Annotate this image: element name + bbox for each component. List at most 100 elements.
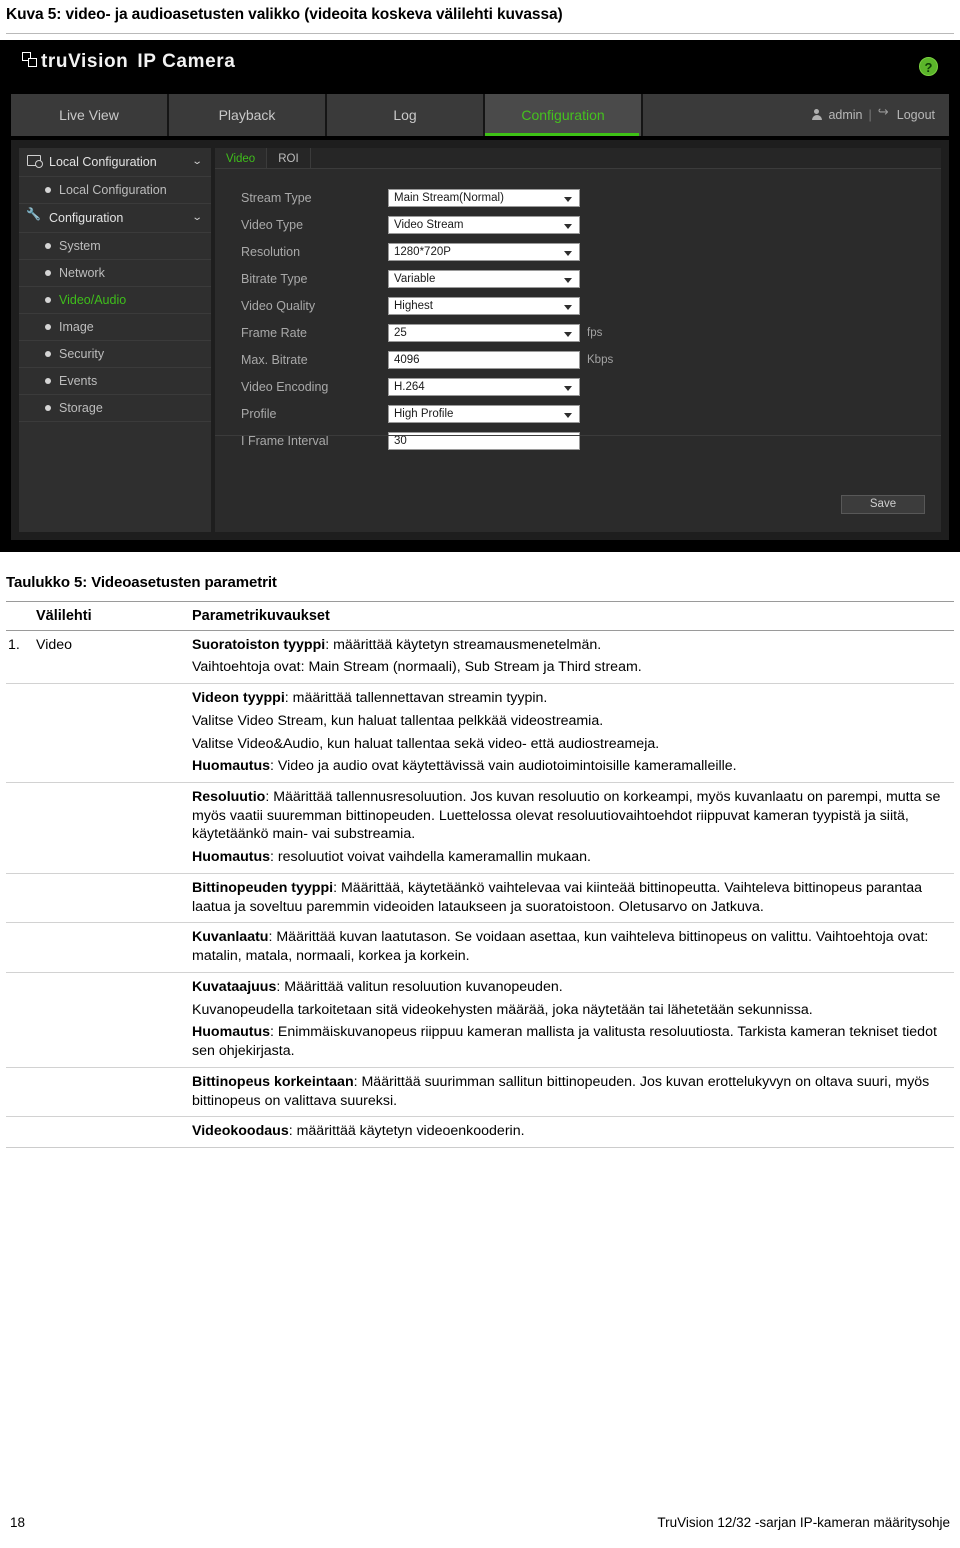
main-nav: Live View Playback Log Configuration adm…: [11, 93, 949, 136]
table-body: 1. Video Suoratoiston tyyppi: määrittää …: [6, 630, 954, 1149]
sidebar-item-events[interactable]: Events: [19, 368, 211, 395]
table-row: Resoluutio: Määrittää tallennusresoluuti…: [6, 782, 954, 874]
bitrate-type-select[interactable]: Variable: [388, 270, 580, 289]
sidebar-item-video-audio[interactable]: Video/Audio: [19, 287, 211, 314]
field-row-video-type: Video Type Video Stream: [241, 212, 941, 239]
field-value: 30: [394, 435, 407, 448]
sidebar-item-label: Local Configuration: [59, 182, 167, 197]
bullet-icon: [45, 350, 51, 357]
table-row: Kuvanlaatu: Määrittää kuvan laatutason. …: [6, 922, 954, 973]
table-row: Videon tyyppi: määrittää tallennettavan …: [6, 683, 954, 783]
row-description: Kuvanlaatu: Määrittää kuvan laatutason. …: [192, 922, 954, 973]
monitor-gear-icon: [27, 155, 43, 169]
stream-type-select[interactable]: Main Stream(Normal): [388, 189, 580, 208]
field-label: Video Encoding: [241, 380, 329, 395]
sidebar-item-image[interactable]: Image: [19, 314, 211, 341]
desc-text: Vaihtoehtoja ovat: Main Stream (normaali…: [192, 659, 642, 676]
field-label: Video Quality: [241, 299, 316, 314]
desc-text: : Video ja audio ovat käytettävissä vain…: [270, 758, 737, 775]
desc-bold: Resoluutio: [192, 789, 266, 805]
page-footer: 18 TruVision 12/32 -sarjan IP-kameran mä…: [0, 1515, 960, 1530]
content-tab-roi[interactable]: ROI: [267, 147, 311, 168]
sidebar-item-label: Network: [59, 265, 105, 280]
chevron-down-icon[interactable]: ⌄: [191, 156, 202, 167]
tab-playback[interactable]: Playback: [169, 93, 327, 136]
field-label: Stream Type: [241, 191, 312, 206]
desc-text: Kuvanopeudella tarkoitetaan sitä videoke…: [192, 1001, 813, 1018]
profile-select[interactable]: High Profile: [388, 405, 580, 424]
document-title: TruVision 12/32 -sarjan IP-kameran määri…: [657, 1515, 950, 1530]
row-description: Resoluutio: Määrittää tallennusresoluuti…: [192, 782, 954, 874]
desc-paragraph: Videokoodaus: määrittää käytetyn videoen…: [192, 1122, 954, 1141]
sidebar-item-label: Security: [59, 346, 105, 361]
save-button[interactable]: Save: [841, 494, 925, 514]
field-row-i-frame-interval: I Frame Interval 30: [241, 428, 941, 455]
row-number: [6, 972, 36, 1068]
field-value: Main Stream(Normal): [394, 192, 504, 205]
help-icon[interactable]: ?: [919, 56, 938, 76]
video-type-select[interactable]: Video Stream: [388, 216, 580, 235]
field-value: H.264: [394, 381, 425, 394]
tab-live-view[interactable]: Live View: [11, 93, 169, 136]
sidebar-item-label: System: [59, 238, 101, 253]
desc-bold: Videokoodaus: [192, 1123, 289, 1140]
nav-user-area: admin | Logout: [643, 93, 949, 136]
row-number: [6, 683, 36, 783]
brand-product: IP Camera: [137, 50, 236, 72]
row-description: Bittinopeuden tyyppi: Määrittää, käytetä…: [192, 873, 954, 924]
max-bitrate-unit: Kbps: [587, 354, 614, 367]
desc-bold: Kuvanlaatu: [192, 929, 269, 946]
video-quality-select[interactable]: Highest: [388, 297, 580, 316]
bullet-icon: [45, 404, 51, 411]
sidebar-item-storage[interactable]: Storage: [19, 395, 211, 422]
tab-log[interactable]: Log: [327, 93, 485, 136]
bullet-icon: [45, 377, 51, 384]
video-encoding-select[interactable]: H.264: [388, 378, 580, 397]
desc-paragraph: Resoluutio: Määrittää tallennusresoluuti…: [192, 788, 954, 844]
content-tabstrip: Video ROI: [215, 147, 941, 169]
sidebar-group-configuration[interactable]: Configuration ⌄: [19, 204, 211, 233]
chevron-down-icon[interactable]: ⌄: [191, 212, 202, 223]
field-row-video-encoding: Video Encoding H.264: [241, 374, 941, 401]
table-header-tab: Välilehti: [36, 600, 192, 631]
sidebar-group-local-configuration[interactable]: Local Configuration ⌄: [19, 148, 211, 177]
content-tab-video[interactable]: Video: [215, 147, 268, 168]
row-description: Suoratoiston tyyppi: määrittää käytetyn …: [192, 630, 954, 685]
frame-rate-select[interactable]: 25: [388, 324, 580, 343]
desc-bold: Huomautus: [192, 758, 271, 775]
table-row: Bittinopeuden tyyppi: Määrittää, käytetä…: [6, 873, 954, 924]
tab-configuration[interactable]: Configuration: [485, 93, 643, 136]
parameters-table: Välilehti Parametrikuvaukset 1. Video Su…: [6, 600, 954, 1149]
row-number: [6, 782, 36, 874]
row-tab-name: [36, 972, 192, 1068]
field-row-profile: Profile High Profile: [241, 401, 941, 428]
content-pane: Video ROI Stream Type Main Stream(Normal…: [215, 147, 941, 532]
bullet-icon: [45, 269, 51, 276]
field-row-resolution: Resolution 1280*720P: [241, 239, 941, 266]
sidebar-item-security[interactable]: Security: [19, 341, 211, 368]
desc-bold: Huomautus: [192, 849, 271, 866]
ui-body: Local Configuration ⌄ Local Configuratio…: [11, 139, 949, 540]
user-icon: [811, 109, 822, 121]
sidebar-item-system[interactable]: System: [19, 233, 211, 260]
desc-bold: Kuvataajuus: [192, 978, 277, 995]
desc-bold: Huomautus: [192, 1024, 271, 1041]
field-row-frame-rate: Frame Rate 25 fps: [241, 320, 941, 347]
field-value: Video Stream: [394, 219, 464, 232]
resolution-select[interactable]: 1280*720P: [388, 243, 580, 262]
sidebar-item-local-configuration[interactable]: Local Configuration: [19, 177, 211, 204]
field-value: 4096: [394, 354, 420, 367]
table-header-desc: Parametrikuvaukset: [192, 600, 954, 631]
bullet-icon: [45, 186, 51, 193]
logout-button[interactable]: Logout: [897, 108, 935, 122]
desc-text: Valitse Video Stream, kun haluat tallent…: [192, 712, 604, 729]
desc-paragraph: Kuvanlaatu: Määrittää kuvan laatutason. …: [192, 928, 954, 965]
max-bitrate-input[interactable]: 4096: [388, 351, 580, 370]
bullet-icon: [45, 242, 51, 249]
row-description: Kuvataajuus: Määrittää valitun resoluuti…: [192, 972, 954, 1068]
row-number: [6, 1116, 36, 1149]
sidebar-item-label: Storage: [59, 400, 103, 415]
sidebar-item-network[interactable]: Network: [19, 260, 211, 287]
nav-separator: |: [868, 107, 872, 122]
sidebar-group-label: Local Configuration: [49, 154, 157, 169]
